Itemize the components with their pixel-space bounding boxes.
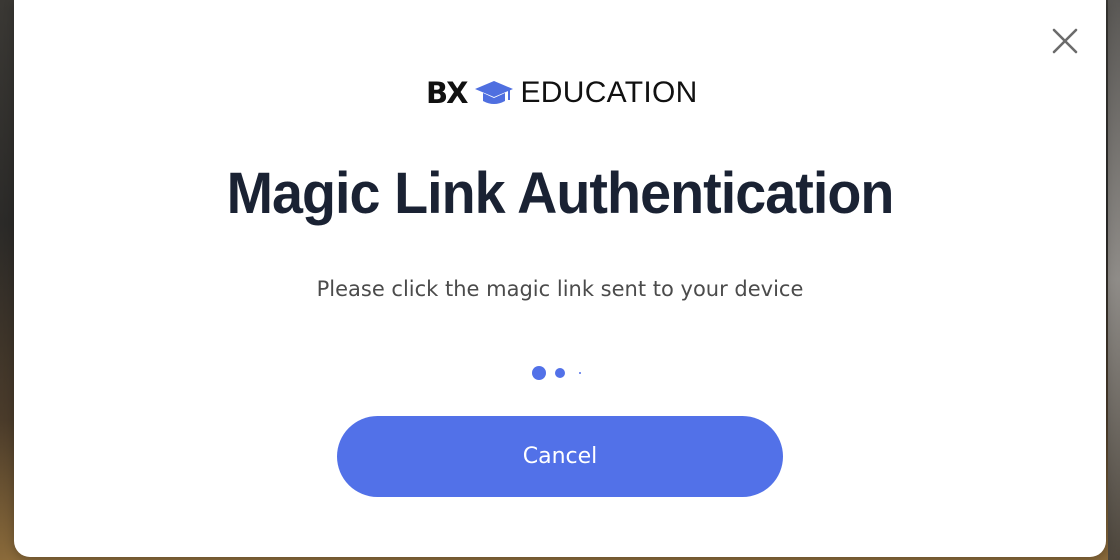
background-edge [1108, 0, 1120, 560]
cancel-button[interactable]: Cancel [337, 416, 783, 497]
graduation-cap-icon [474, 78, 514, 108]
brand-name: EDUCATION [520, 76, 698, 109]
loading-indicator [530, 365, 590, 381]
loading-dot [579, 372, 581, 374]
loading-dot [555, 368, 565, 378]
close-button[interactable] [1050, 26, 1080, 56]
brand-logo: BX EDUCATION [426, 74, 698, 112]
modal-subtitle: Please click the magic link sent to your… [316, 277, 804, 301]
close-icon [1052, 28, 1078, 54]
brand-prefix: BX [426, 76, 468, 110]
modal-title: Magic Link Authentication [226, 161, 895, 226]
magic-link-modal: BX EDUCATION Magic Link Authentication P… [14, 0, 1106, 557]
loading-dot [532, 366, 546, 380]
